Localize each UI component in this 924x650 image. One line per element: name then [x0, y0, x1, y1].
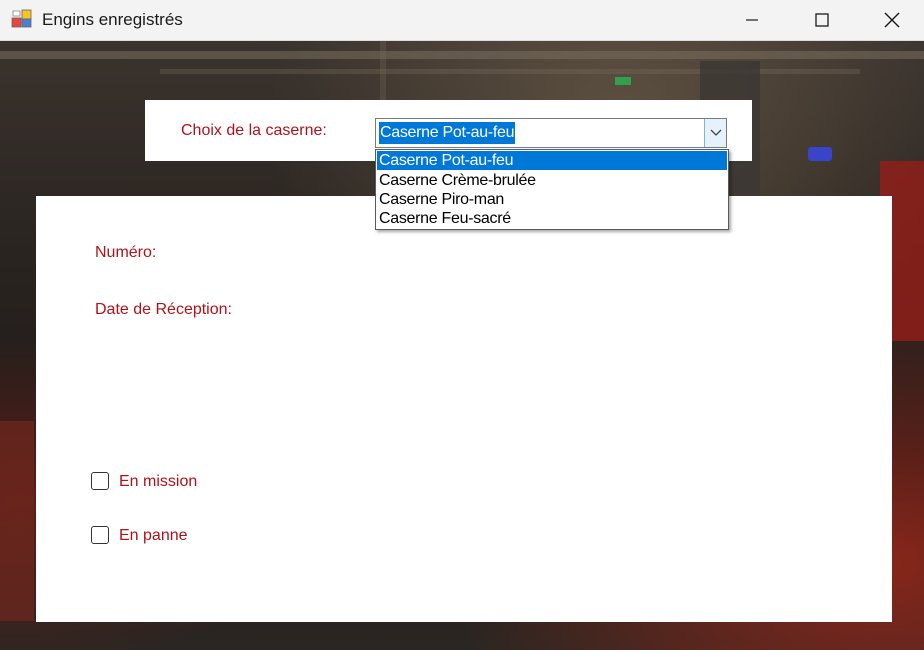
- maximize-icon: [815, 13, 829, 27]
- en-panne-checkbox[interactable]: [91, 526, 109, 544]
- title-bar: Engins enregistrés: [0, 0, 924, 41]
- caserne-label: Choix de la caserne:: [181, 122, 327, 139]
- date-reception-label: Date de Réception:: [95, 301, 232, 318]
- caserne-selected-value[interactable]: Caserne Pot-au-feu: [379, 122, 516, 144]
- minimize-button[interactable]: [717, 0, 787, 40]
- en-mission-label[interactable]: En mission: [119, 473, 197, 491]
- close-icon: [884, 12, 900, 28]
- dropdown-button[interactable]: [704, 119, 726, 147]
- close-button[interactable]: [857, 0, 924, 40]
- caserne-option[interactable]: Caserne Feu-sacré: [377, 209, 727, 228]
- caserne-combobox[interactable]: Caserne Pot-au-feu: [375, 118, 727, 148]
- chevron-down-icon: [710, 129, 721, 136]
- window-title: Engins enregistrés: [42, 10, 183, 29]
- caserne-dropdown-list: Caserne Pot-au-feu Caserne Crème-brulée …: [375, 149, 729, 230]
- maximize-button[interactable]: [787, 0, 857, 40]
- minimize-icon: [746, 19, 758, 21]
- caserne-option[interactable]: Caserne Pot-au-feu: [377, 151, 727, 170]
- caserne-option[interactable]: Caserne Piro-man: [377, 190, 727, 209]
- numero-label: Numéro:: [95, 244, 157, 261]
- caserne-option[interactable]: Caserne Crème-brulée: [377, 171, 727, 190]
- en-panne-label[interactable]: En panne: [119, 527, 188, 545]
- en-mission-checkbox[interactable]: [91, 472, 109, 490]
- app-icon: [11, 9, 33, 29]
- engin-details-panel: [36, 196, 892, 622]
